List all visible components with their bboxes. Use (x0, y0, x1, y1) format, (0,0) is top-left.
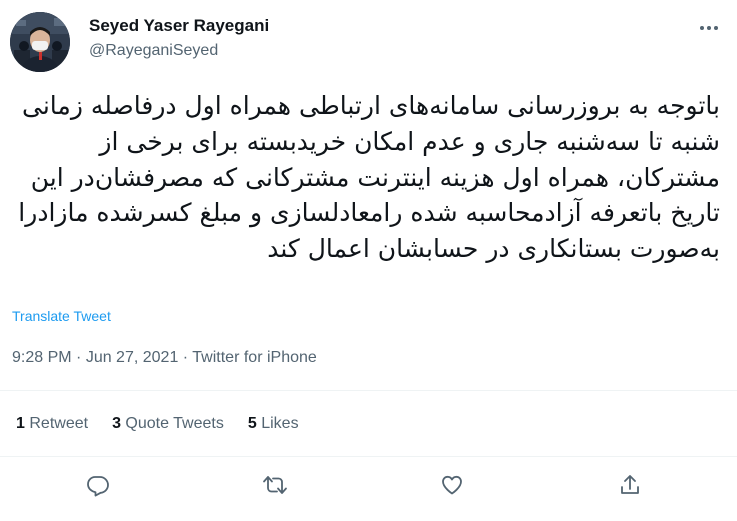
likes-count: 5 (247, 415, 257, 432)
likes-stat[interactable]: 5 Likes (248, 413, 299, 435)
meta-separator: · (178, 349, 193, 366)
retweets-count: 1 (16, 415, 25, 432)
retweet-button[interactable] (262, 472, 288, 498)
retweets-stat[interactable]: 1 Retweet (16, 413, 88, 435)
heart-icon (442, 475, 462, 495)
more-horizontal-icon (700, 26, 718, 30)
tweet-stats: 1 Retweet 3 Quote Tweets 5 Likes (16, 413, 299, 435)
user-handle[interactable]: @RayeganiSeyed (89, 40, 218, 62)
quotes-label: Quote Tweets (125, 415, 224, 432)
display-name[interactable]: Seyed Yaser Rayegani (89, 15, 269, 37)
share-button[interactable] (617, 472, 643, 498)
tweet-source[interactable]: Twitter for iPhone (192, 349, 317, 366)
quote-tweets-stat[interactable]: 3 Quote Tweets (112, 413, 224, 435)
divider (0, 456, 737, 457)
translate-tweet-link[interactable]: Translate Tweet (12, 307, 111, 325)
divider (0, 390, 737, 391)
share-icon (621, 475, 639, 494)
quotes-count: 3 (112, 415, 121, 432)
avatar-image (10, 12, 70, 72)
tweet-metadata: 9:28 PM · Jun 27, 2021 · Twitter for iPh… (12, 347, 317, 369)
like-button[interactable] (439, 472, 465, 498)
more-options-button[interactable] (694, 16, 724, 40)
tweet-date[interactable]: Jun 27, 2021 (86, 349, 179, 366)
avatar[interactable] (10, 12, 70, 72)
reply-icon (87, 476, 109, 497)
tweet-card: Seyed Yaser Rayegani @RayeganiSeyed باتو… (0, 0, 737, 521)
retweet-icon (263, 476, 287, 494)
reply-button[interactable] (85, 472, 111, 498)
retweets-label: Retweet (29, 415, 89, 432)
tweet-time[interactable]: 9:28 PM (12, 349, 72, 366)
tweet-text: باتوجه به بروزرسانی سامانه‌های ارتباطی ه… (10, 91, 720, 264)
meta-separator: · (71, 349, 86, 366)
likes-label: Likes (261, 415, 299, 432)
